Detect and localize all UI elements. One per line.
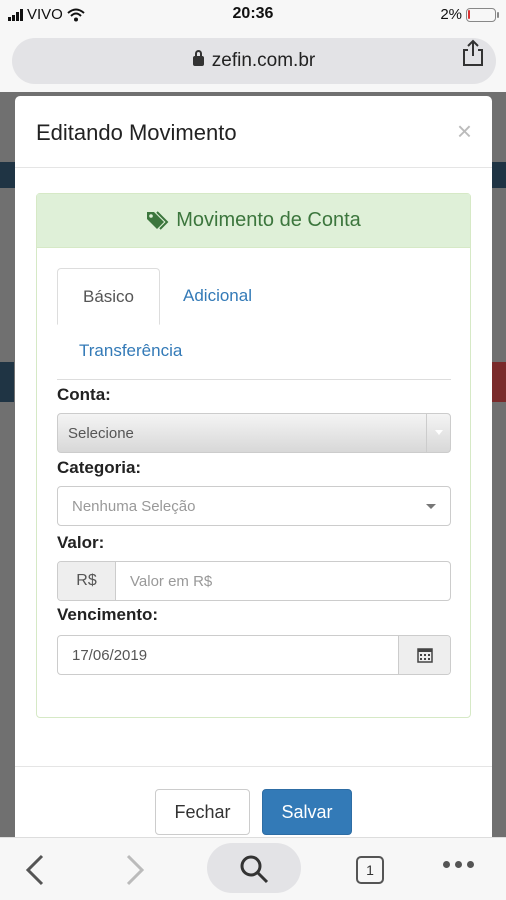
modal-title: Editando Movimento [36, 120, 237, 145]
tabs-button[interactable]: 1 [356, 856, 384, 884]
vencimento-input[interactable]: 17/06/2019 [58, 636, 398, 674]
calendar-icon [416, 648, 433, 663]
tab-basico[interactable]: Básico [57, 268, 160, 325]
conta-value: Selecione [68, 425, 134, 442]
close-icon[interactable]: × [457, 116, 472, 147]
categoria-select[interactable]: Nenhuma Seleção [57, 486, 451, 526]
conta-label: Conta: [57, 385, 111, 404]
valor-input-group: R$ Valor em R$ [57, 561, 451, 601]
form-tabs: Básico Adicional Transferência [57, 268, 451, 380]
save-button[interactable]: Salvar [262, 789, 352, 835]
search-button[interactable] [207, 843, 301, 893]
calendar-button[interactable] [398, 636, 450, 674]
vencimento-label: Vencimento: [57, 605, 159, 624]
lock-icon [192, 50, 204, 66]
share-icon[interactable] [460, 39, 486, 67]
battery-icon [466, 7, 499, 22]
chevron-down-icon [426, 504, 436, 509]
browser-address-area: zefin.com.br [0, 30, 506, 92]
url-text: zefin.com.br [211, 50, 316, 71]
tags-icon [147, 210, 169, 230]
valor-input[interactable]: Valor em R$ [116, 562, 450, 600]
categoria-placeholder: Nenhuma Seleção [72, 498, 196, 515]
movement-panel: Movimento de Conta Básico Adicional Tran… [36, 193, 471, 718]
vencimento-input-group: 17/06/2019 [57, 635, 451, 675]
back-icon[interactable] [24, 854, 46, 886]
currency-addon: R$ [58, 562, 116, 600]
valor-label: Valor: [57, 533, 105, 552]
conta-select[interactable]: Selecione [57, 413, 451, 453]
chevron-down-icon [426, 414, 450, 452]
address-bar[interactable]: zefin.com.br [12, 38, 496, 84]
edit-movement-modal: Editando Movimento × Movimento de Conta … [15, 96, 492, 837]
panel-title: Movimento de Conta [176, 209, 361, 231]
background-button [0, 362, 14, 402]
status-bar: VIVO 20:36 2% [0, 0, 506, 30]
close-button[interactable]: Fechar [155, 789, 250, 835]
tab-adicional[interactable]: Adicional [183, 286, 252, 306]
tab-transferencia[interactable]: Transferência [79, 341, 182, 361]
battery-percent: 2% [440, 6, 462, 23]
panel-heading: Movimento de Conta [37, 194, 470, 248]
more-icon[interactable] [443, 861, 474, 868]
forward-icon[interactable] [124, 854, 146, 886]
search-icon [240, 855, 269, 884]
battery-info: 2% [440, 6, 499, 23]
modal-footer: Fechar Salvar [15, 766, 492, 837]
clock: 20:36 [232, 5, 274, 22]
modal-header: Editando Movimento × [15, 96, 492, 168]
categoria-label: Categoria: [57, 458, 142, 477]
browser-toolbar: 1 [0, 837, 506, 900]
background-button [492, 362, 506, 402]
